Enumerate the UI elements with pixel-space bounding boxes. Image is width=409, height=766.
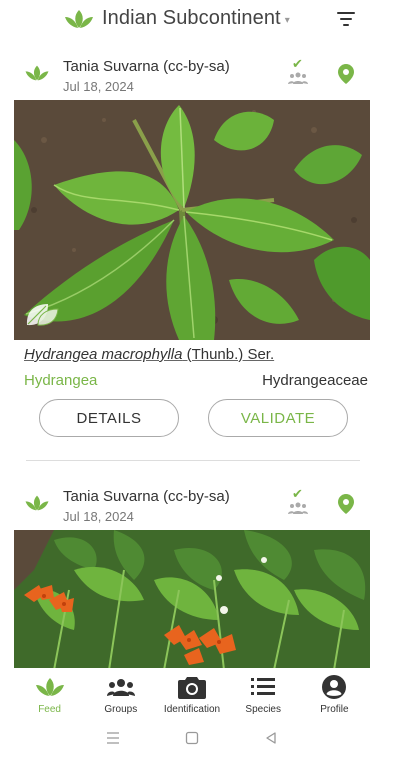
location-pin-icon[interactable] (338, 494, 354, 514)
bottom-navigation: Feed Groups Identification Species Profi… (14, 668, 370, 720)
scientific-name-authority: (Thunb.) Ser. (182, 346, 275, 363)
back-icon[interactable] (264, 731, 278, 750)
observation-date: Jul 18, 2024 (63, 79, 134, 94)
system-navigation-bar (14, 722, 370, 758)
validate-button[interactable]: VALIDATE (208, 399, 348, 437)
observation-date: Jul 18, 2024 (63, 509, 134, 524)
check-icon: ✔ (292, 56, 303, 71)
scientific-name[interactable]: Hydrangea macrophylla (Thunb.) Ser. (24, 346, 274, 363)
home-icon[interactable] (185, 731, 199, 750)
recent-apps-icon[interactable] (106, 731, 120, 749)
nav-feed-label: Feed (38, 704, 61, 715)
observation-card: Tania Suvarna (cc-by-sa) Jul 18, 2024 ✔ (14, 48, 370, 461)
nav-species[interactable]: Species (228, 668, 299, 720)
chevron-down-icon: ▾ (284, 15, 290, 26)
observer-name[interactable]: Tania Suvarna (cc-by-sa) (63, 58, 230, 75)
filter-icon[interactable] (336, 10, 356, 28)
nav-profile[interactable]: Profile (299, 668, 370, 720)
app-screen: Indian Subcontinent ▾ Tania Suvarna (cc-… (14, 0, 370, 766)
nav-species-label: Species (245, 704, 281, 715)
region-title: Indian Subcontinent (102, 7, 281, 29)
groups-icon (288, 502, 308, 514)
location-pin-icon[interactable] (338, 64, 354, 84)
leaf-icon (25, 495, 49, 511)
observer-name[interactable]: Tania Suvarna (cc-by-sa) (63, 488, 230, 505)
observation-header: Tania Suvarna (cc-by-sa) Jul 18, 2024 ✔ (14, 478, 370, 530)
groups-icon (288, 72, 308, 84)
observation-card: Tania Suvarna (cc-by-sa) Jul 18, 2024 ✔ (14, 478, 370, 670)
leaf-logo-icon (65, 9, 93, 28)
details-button[interactable]: DETAILS (39, 399, 179, 437)
nav-feed[interactable]: Feed (14, 668, 85, 720)
top-bar: Indian Subcontinent ▾ (14, 0, 370, 40)
groups-icon (106, 679, 135, 696)
nav-profile-label: Profile (320, 704, 349, 715)
leaf-icon (35, 678, 64, 696)
check-icon: ✔ (292, 486, 303, 501)
observation-photo[interactable] (14, 100, 370, 340)
scientific-name-binomial: Hydrangea macrophylla (24, 346, 183, 363)
camera-icon (178, 677, 206, 699)
family-name: Hydrangeaceae (262, 372, 368, 389)
nav-identification[interactable]: Identification (156, 668, 227, 720)
plant-badge-icon (26, 304, 59, 326)
card-divider (26, 460, 360, 461)
nav-identification-label: Identification (163, 704, 221, 715)
common-name: Hydrangea (24, 372, 98, 389)
observation-photo[interactable] (14, 530, 370, 670)
leaf-icon (25, 65, 49, 81)
nav-groups-label: Groups (104, 704, 138, 715)
profile-icon (322, 675, 347, 699)
observation-header: Tania Suvarna (cc-by-sa) Jul 18, 2024 ✔ (14, 48, 370, 100)
list-icon (251, 678, 276, 695)
region-selector[interactable]: Indian Subcontinent ▾ (64, 7, 290, 30)
nav-groups[interactable]: Groups (85, 668, 156, 720)
